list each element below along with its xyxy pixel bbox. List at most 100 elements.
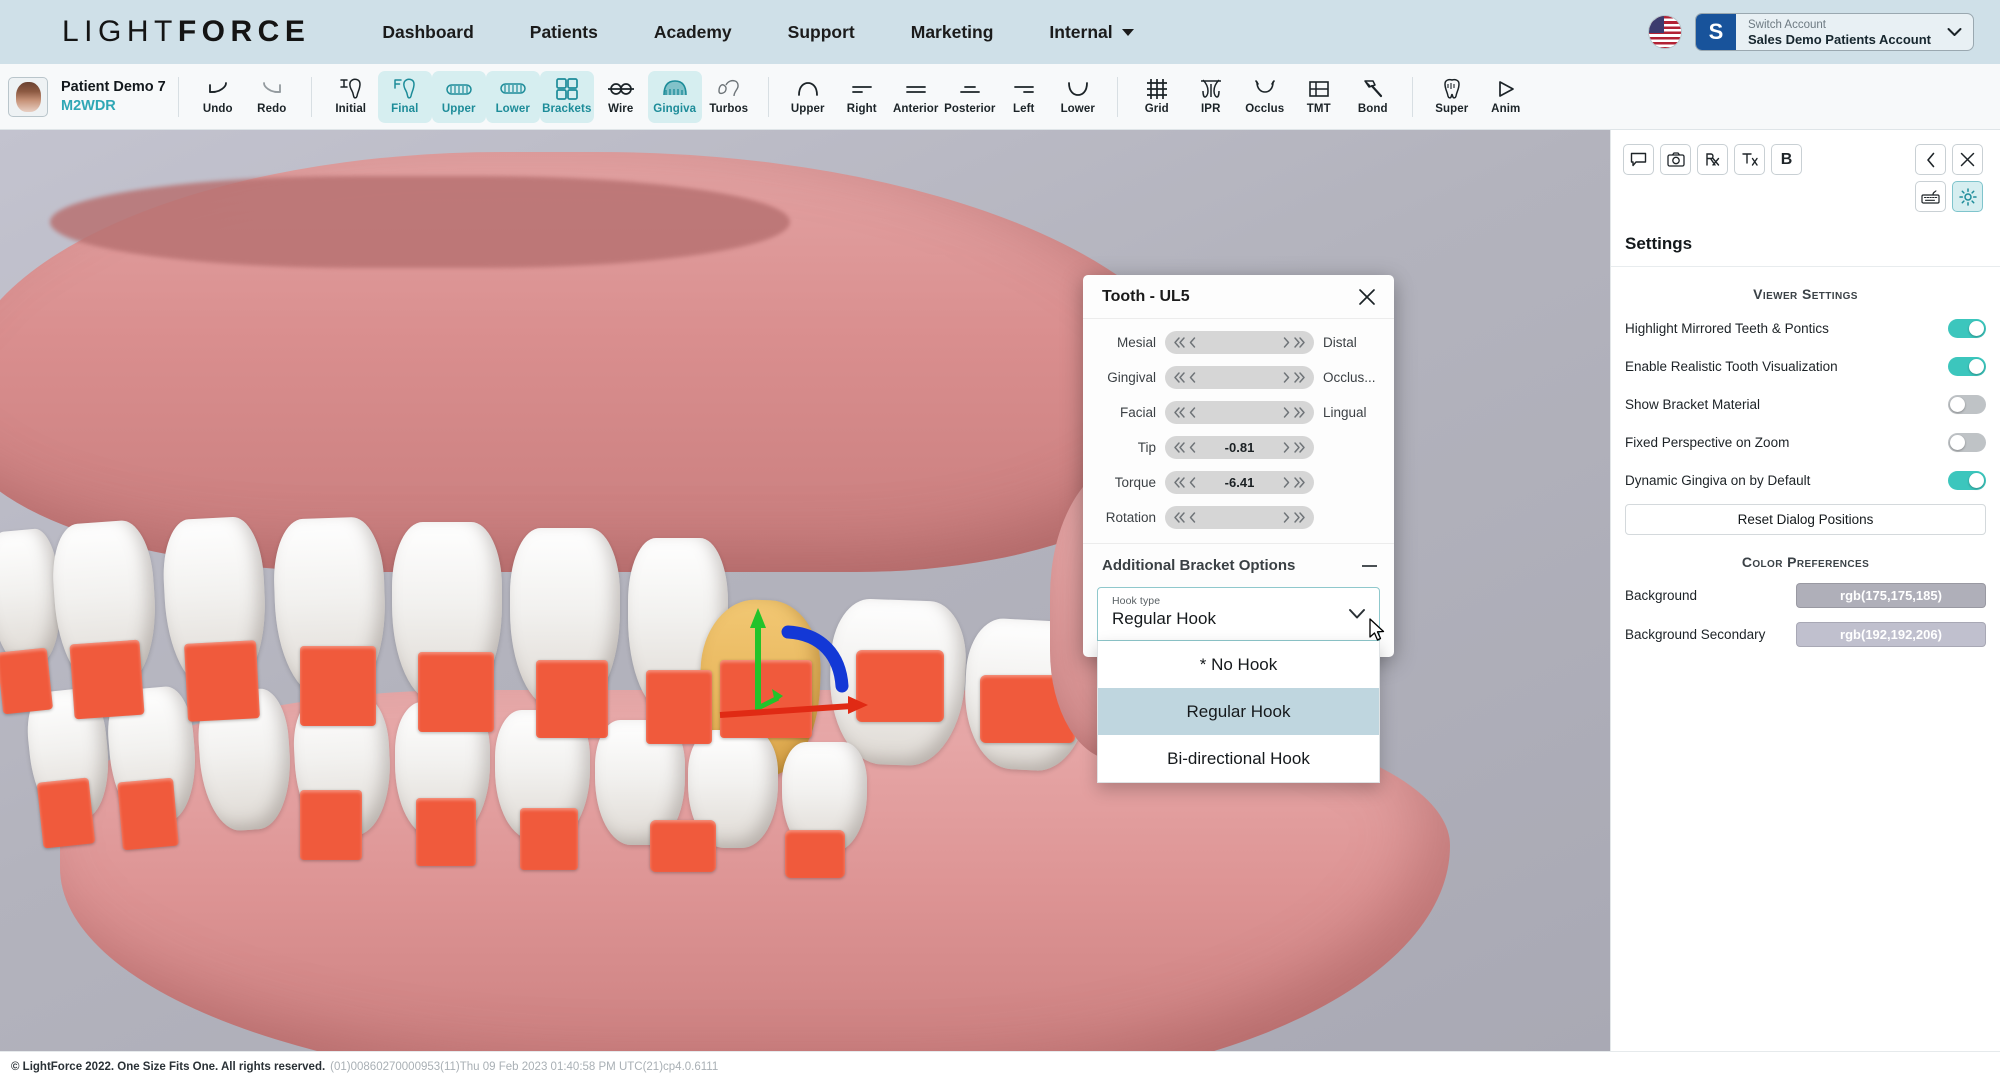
toolbar-initial-button[interactable]: Initial	[324, 71, 378, 123]
chevron-left-icon[interactable]	[1915, 144, 1946, 175]
view-posterior-button[interactable]: Posterior	[943, 71, 997, 123]
stepper-decrease-icons[interactable]	[1173, 371, 1197, 384]
hook-option-no-hook[interactable]: * No Hook	[1098, 641, 1379, 688]
undo-button[interactable]: Undo	[191, 71, 245, 123]
grid-button[interactable]: Grid	[1130, 71, 1184, 123]
stepper-decrease-icons[interactable]	[1173, 336, 1197, 349]
stepper-decrease-icons[interactable]	[1173, 441, 1197, 454]
stepper-mesial-distal[interactable]	[1165, 330, 1314, 354]
stepper-increase-icons[interactable]	[1282, 406, 1306, 419]
toolbar-gingiva-button[interactable]: Gingiva	[647, 70, 702, 123]
toolbar-lower-button[interactable]: Lower	[485, 70, 540, 123]
footer-copyright: © LightForce 2022. One Size Fits One. Al…	[11, 1060, 326, 1073]
hook-type-select[interactable]: Hook type Regular Hook	[1097, 587, 1380, 641]
view-anterior-button[interactable]: Anterior	[889, 71, 943, 123]
bracket[interactable]	[856, 650, 944, 722]
toggle-fixed-perspective-on-zoom[interactable]	[1948, 432, 1986, 452]
stepper-decrease-icons[interactable]	[1173, 511, 1197, 524]
bracket[interactable]	[69, 639, 145, 720]
bracket[interactable]	[117, 777, 179, 851]
bracket[interactable]	[416, 798, 476, 866]
dialog-header[interactable]: Tooth - UL5	[1083, 275, 1394, 319]
nav-item-dashboard[interactable]: Dashboard	[382, 22, 473, 43]
toolbar-brackets-button[interactable]: Brackets	[539, 70, 594, 123]
lightforce-logo[interactable]: LIGHTFORCE	[62, 15, 310, 49]
stepper-increase-icons[interactable]	[1282, 336, 1306, 349]
redo-label: Redo	[257, 103, 287, 115]
view-lower-button[interactable]: Lower	[1051, 71, 1105, 123]
minus-icon[interactable]	[1362, 564, 1377, 567]
color-swatch-background-secondary[interactable]: rgb(192,192,206)	[1796, 622, 1986, 647]
bracket[interactable]	[785, 830, 845, 878]
toolbar-wire-button[interactable]: Wire	[594, 71, 648, 123]
redo-button[interactable]: Redo	[245, 71, 299, 123]
ipr-button[interactable]: IPR	[1184, 71, 1238, 123]
keyboard-icon[interactable]	[1915, 181, 1946, 212]
toggle-realistic-tooth-visualization[interactable]	[1948, 356, 1986, 376]
nav-item-academy[interactable]: Academy	[654, 22, 732, 43]
turbos-label: Turbos	[709, 103, 749, 115]
bracket[interactable]	[300, 790, 362, 860]
us-flag-icon[interactable]	[1648, 16, 1681, 48]
reset-dialog-positions-button[interactable]: Reset Dialog Positions	[1625, 504, 1986, 535]
viewer-settings-heading: Viewer Settings	[1753, 286, 1858, 302]
bracket[interactable]	[300, 646, 376, 726]
stepper-increase-icons[interactable]	[1282, 476, 1306, 489]
stepper-facial-lingual[interactable]	[1165, 400, 1314, 424]
hook-option-bi-directional-hook[interactable]: Bi-directional Hook	[1098, 735, 1379, 782]
switch-account-selector[interactable]: S Switch Account Sales Demo Patients Acc…	[1694, 13, 1974, 51]
camera-icon[interactable]	[1660, 144, 1691, 175]
view-upper-button[interactable]: Upper	[781, 71, 835, 123]
close-icon[interactable]	[1952, 144, 1983, 175]
tx-icon[interactable]	[1734, 144, 1765, 175]
toggle-highlight-mirrored-teeth[interactable]	[1948, 318, 1986, 338]
bracket[interactable]	[418, 652, 494, 732]
nav-item-marketing[interactable]: Marketing	[911, 22, 994, 43]
nav-item-support[interactable]: Support	[788, 22, 855, 43]
additional-bracket-options-header[interactable]: Additional Bracket Options	[1083, 543, 1394, 587]
toolbar-final-button[interactable]: Final	[377, 70, 432, 123]
stepper-tip[interactable]: -0.81	[1165, 435, 1314, 459]
patient-chip[interactable]: Patient Demo 7 M2WDR	[8, 76, 166, 117]
stepper-decrease-icons[interactable]	[1173, 406, 1197, 419]
bracket[interactable]	[650, 820, 716, 872]
gear-icon[interactable]	[1952, 181, 1983, 212]
toolbar-upper-button[interactable]: Upper	[431, 70, 486, 123]
close-icon[interactable]	[1354, 284, 1380, 310]
stepper-torque[interactable]: -6.41	[1165, 470, 1314, 494]
toggle-dynamic-gingiva-default[interactable]	[1948, 470, 1986, 490]
hook-option-regular-hook[interactable]: Regular Hook	[1098, 688, 1379, 735]
upper-arch-icon	[445, 78, 473, 100]
stepper-rotation[interactable]	[1165, 505, 1314, 529]
nav-item-patients[interactable]: Patients	[530, 22, 598, 43]
stepper-increase-icons[interactable]	[1282, 441, 1306, 454]
animation-button[interactable]: Anim	[1479, 71, 1533, 123]
stepper-decrease-icons[interactable]	[1173, 476, 1197, 489]
bracket[interactable]	[36, 777, 96, 849]
bracket[interactable]	[536, 660, 608, 738]
bracket[interactable]	[0, 647, 54, 715]
comment-icon[interactable]	[1623, 144, 1654, 175]
bond-button[interactable]: Bond	[1346, 71, 1400, 123]
bracket[interactable]	[646, 670, 712, 744]
bracket[interactable]	[520, 808, 578, 870]
chevron-down-icon[interactable]	[1348, 607, 1366, 625]
toolbar-turbos-button[interactable]: Turbos	[702, 71, 756, 123]
nav-item-internal[interactable]: Internal	[1049, 22, 1134, 43]
view-left-button[interactable]: Left	[997, 71, 1051, 123]
color-swatch-background[interactable]: rgb(175,175,185)	[1796, 583, 1986, 608]
rx-icon[interactable]	[1697, 144, 1728, 175]
stepper-increase-icons[interactable]	[1282, 371, 1306, 384]
view-lower-icon	[1065, 78, 1091, 100]
toggle-show-bracket-material[interactable]	[1948, 394, 1986, 414]
selected-tooth-bracket[interactable]	[720, 660, 812, 738]
stepper-increase-icons[interactable]	[1282, 511, 1306, 524]
view-right-button[interactable]: Right	[835, 71, 889, 123]
setting-label: Show Bracket Material	[1625, 396, 1761, 412]
stepper-gingival-occlusal[interactable]	[1165, 365, 1314, 389]
bold-b-icon[interactable]: B	[1771, 144, 1802, 175]
tmt-button[interactable]: TMT	[1292, 71, 1346, 123]
bracket[interactable]	[184, 640, 260, 722]
occlusion-button[interactable]: Occlus	[1238, 71, 1292, 123]
superimpose-button[interactable]: Super	[1425, 71, 1479, 123]
